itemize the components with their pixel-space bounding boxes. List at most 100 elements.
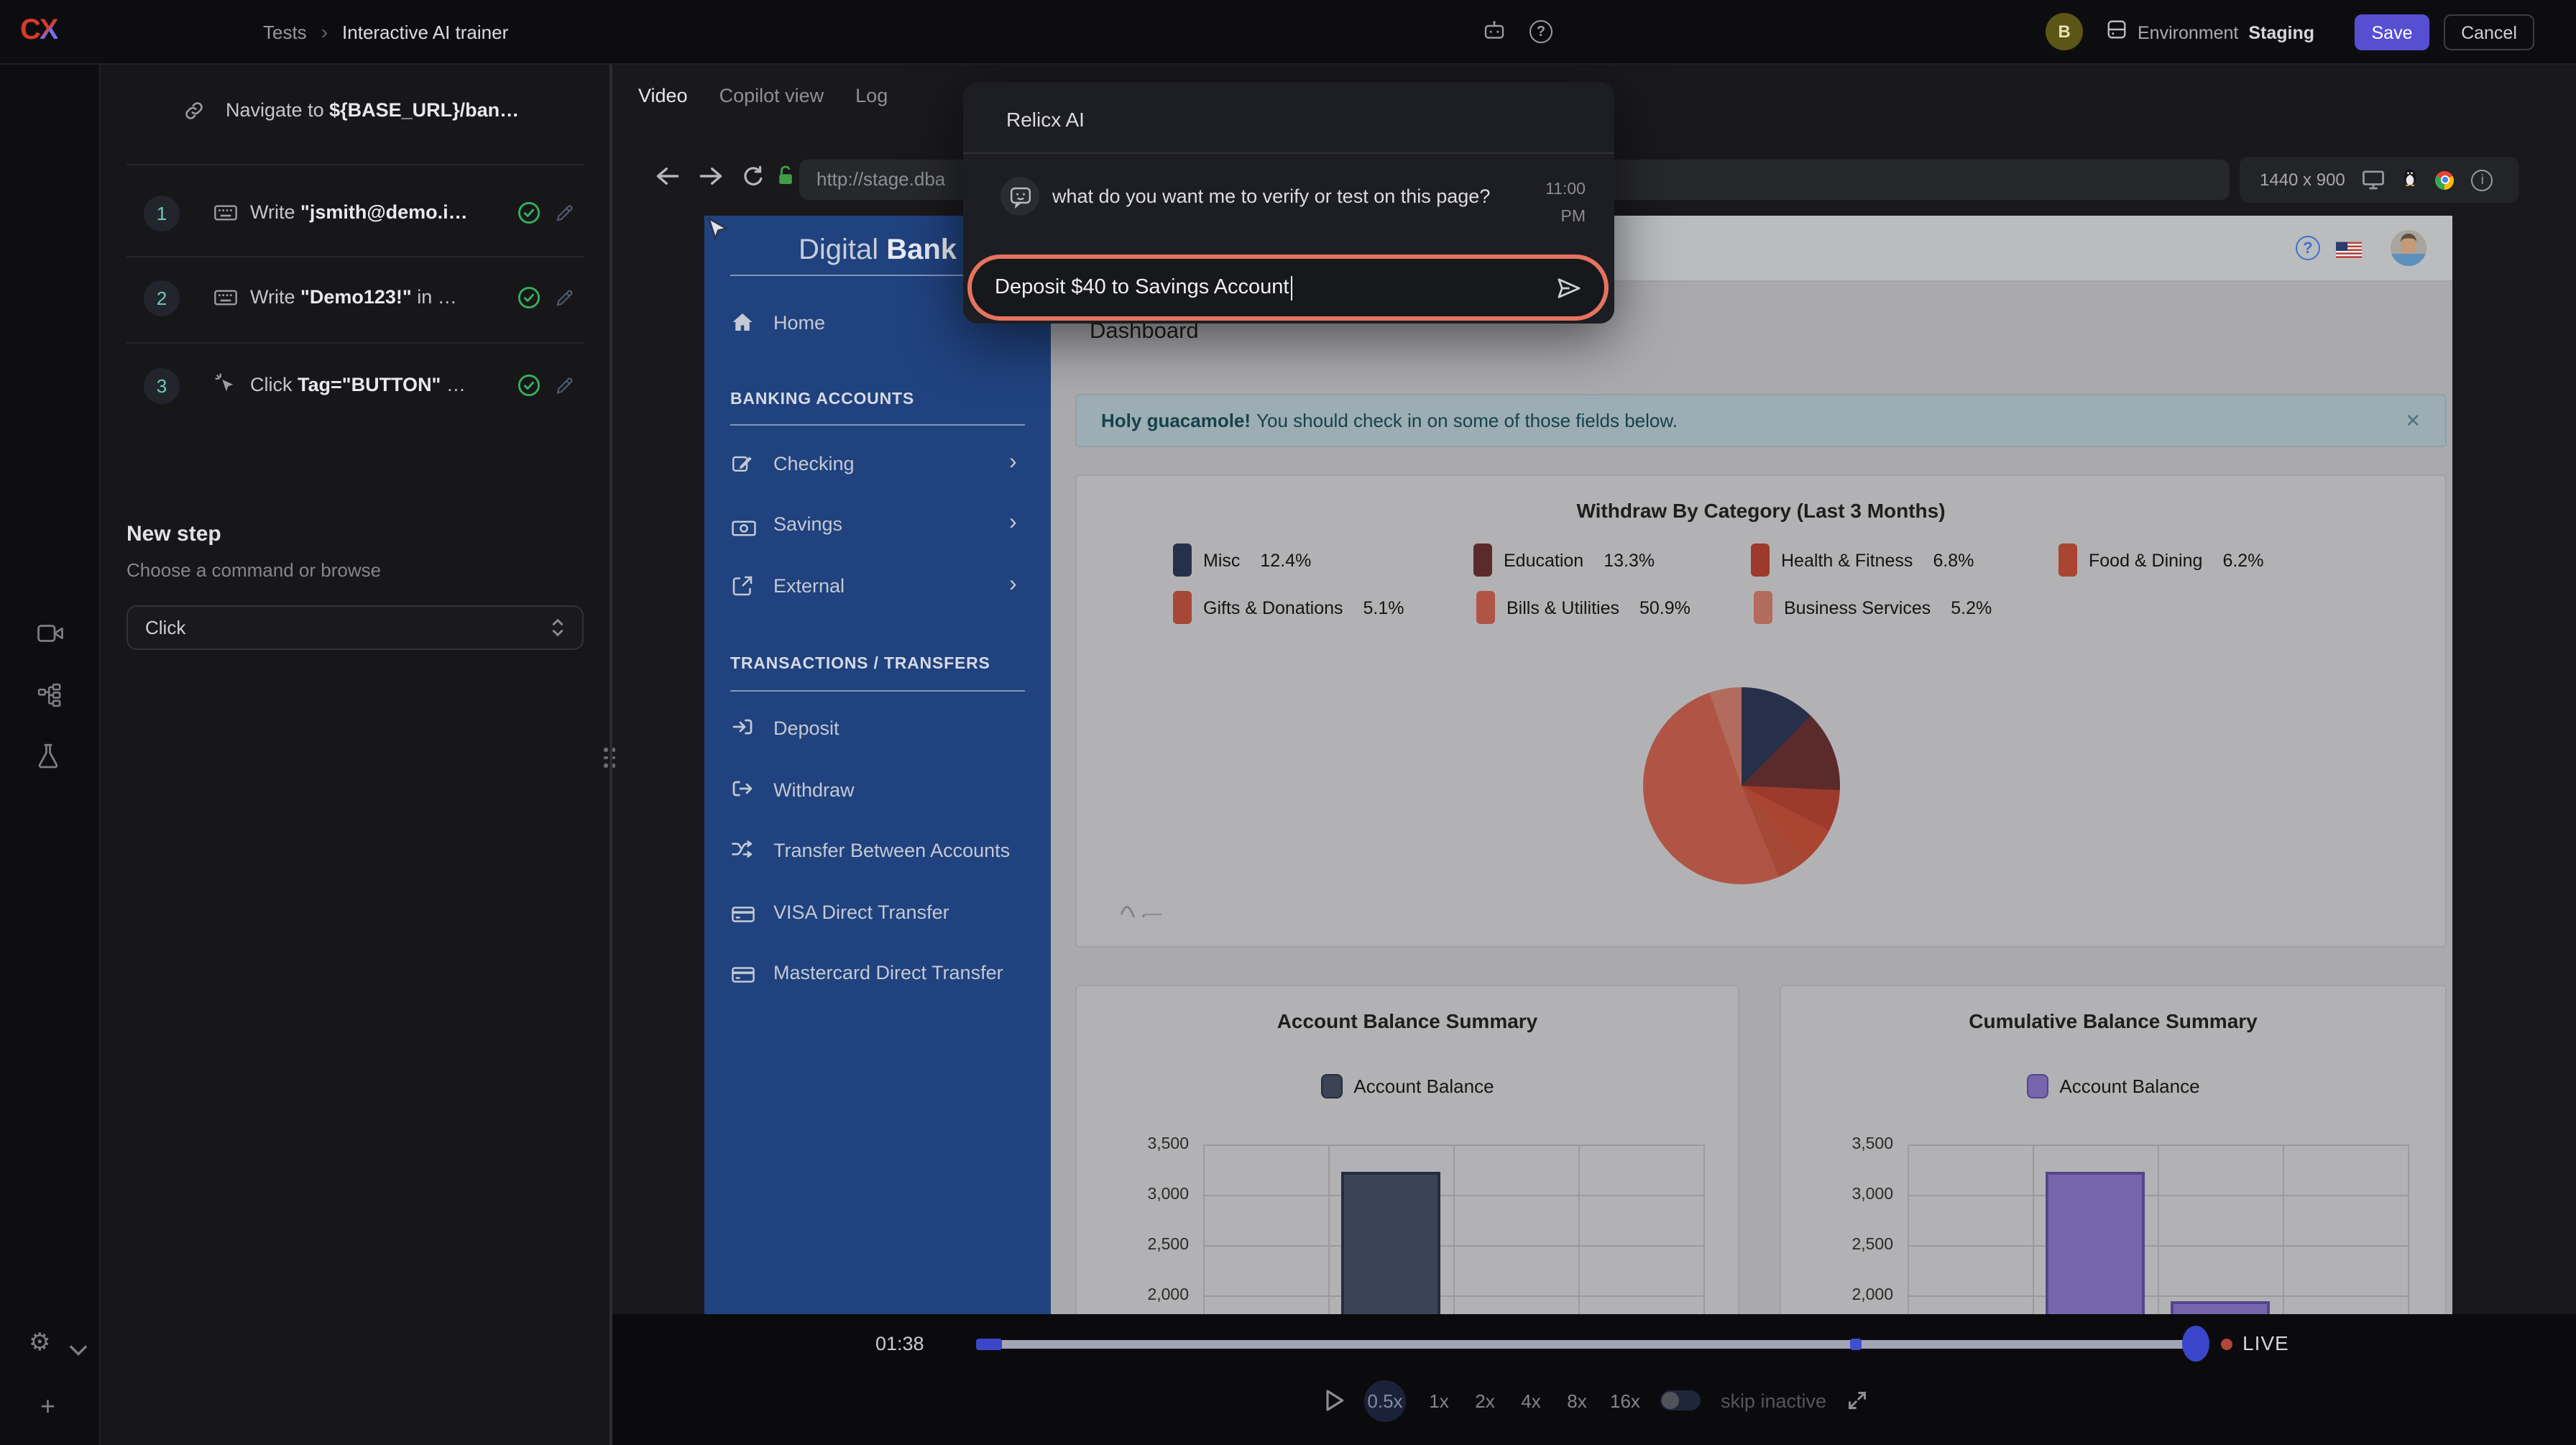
legend-percent: 5.2% <box>1951 597 1992 618</box>
help-icon[interactable]: ? <box>1530 20 1552 43</box>
playhead[interactable] <box>2182 1326 2209 1362</box>
bank-nav-label: Deposit <box>773 717 840 739</box>
send-icon[interactable] <box>1557 277 1581 298</box>
ai-robot-icon[interactable] <box>1484 20 1505 47</box>
bank-nav-mastercard-transfer[interactable]: Mastercard Direct Transfer <box>704 952 1051 995</box>
step-number: 2 <box>144 280 180 316</box>
bank-section-accounts: BANKING ACCOUNTS <box>730 391 914 408</box>
legend-label: Account Balance <box>2059 1075 2199 1097</box>
y-axis-tick: 2,000 <box>1100 1284 1189 1307</box>
speed-options: 0.5x 1x 2x 4x 8x 16x <box>1364 1380 1640 1421</box>
speed-16x[interactable]: 16x <box>1610 1390 1640 1411</box>
tab-video[interactable]: Video <box>638 85 688 106</box>
mouse-cursor-icon <box>707 217 727 250</box>
forward-icon[interactable] <box>699 165 723 194</box>
gridline <box>1203 1144 1205 1314</box>
cancel-button[interactable]: Cancel <box>2444 14 2534 50</box>
bank-nav-external[interactable]: External › <box>704 565 1051 608</box>
bank-user-avatar[interactable] <box>2391 230 2426 266</box>
resolution-label: 1440 x 900 <box>2260 170 2345 190</box>
video-player-bar: 01:38 LIVE 0.5x1x2x4x8x16x skip inactive <box>612 1314 2576 1445</box>
gridline <box>1908 1144 1909 1314</box>
tab-copilot-view[interactable]: Copilot view <box>719 85 824 106</box>
gear-icon[interactable]: ⚙ <box>29 1330 51 1354</box>
edit-pencil-icon[interactable] <box>555 204 574 230</box>
reload-icon[interactable] <box>742 165 765 196</box>
step-number: 3 <box>144 368 180 404</box>
save-button[interactable]: Save <box>2355 14 2429 50</box>
breadcrumb-tests[interactable]: Tests <box>263 21 307 42</box>
speed-0.5x[interactable]: 0.5x <box>1364 1380 1406 1421</box>
bank-help-icon[interactable]: ? <box>2296 236 2320 260</box>
gridline <box>2283 1144 2284 1314</box>
credit-card-icon <box>732 965 755 991</box>
step-row-1[interactable]: 1 Write "jsmith@demo.i… <box>101 193 610 236</box>
legend-swatch <box>2026 1074 2048 1098</box>
bank-nav-deposit[interactable]: Deposit <box>704 707 1051 751</box>
y-axis-tick: 3,500 <box>1100 1133 1189 1156</box>
seek-bar[interactable] <box>976 1340 2208 1348</box>
video-viewport[interactable]: Digital Bank Home BANKING ACCOUNTS <box>612 216 2576 1314</box>
relicx-input[interactable]: Deposit $40 to Savings Account <box>967 254 1609 321</box>
speed-4x[interactable]: 4x <box>1518 1390 1544 1411</box>
edit-pencil-icon[interactable] <box>555 289 574 315</box>
legend-swatch <box>1476 591 1495 624</box>
info-icon[interactable]: i <box>2472 169 2493 191</box>
chevron-down-icon[interactable] <box>69 1337 88 1363</box>
play-icon[interactable] <box>1325 1389 1344 1412</box>
breadcrumb-current: Interactive AI trainer <box>342 21 508 42</box>
drag-grip-handle[interactable] <box>604 748 617 774</box>
bank-main-content: ? Dashboard Holy guacamole! You should c… <box>1051 216 2452 1314</box>
bank-nav-transfer[interactable]: Transfer Between Accounts <box>704 830 1051 873</box>
tab-log[interactable]: Log <box>855 85 888 106</box>
fullscreen-icon[interactable] <box>1846 1390 1867 1410</box>
seek-bar-marker[interactable] <box>1850 1339 1862 1350</box>
y-axis-tick: 2,500 <box>1100 1234 1189 1257</box>
bank-nav-savings[interactable]: Savings › <box>704 503 1051 546</box>
environment-value: Staging <box>2248 23 2314 43</box>
legend-item: Misc12.4% <box>1173 543 1311 577</box>
step-row-3[interactable]: 3 Click Tag="BUTTON" … <box>101 365 610 408</box>
flask-icon[interactable] <box>37 743 59 776</box>
legend-percent: 50.9% <box>1639 597 1690 618</box>
command-select[interactable]: Click <box>126 605 584 650</box>
speed-2x[interactable]: 2x <box>1472 1390 1498 1411</box>
user-avatar[interactable]: B <box>2046 13 2083 50</box>
chevron-right-icon: › <box>1009 572 1017 598</box>
bank-nav-withdraw[interactable]: Withdraw <box>704 769 1051 812</box>
bank-sidebar: Digital Bank Home BANKING ACCOUNTS <box>704 216 1051 1314</box>
alert-banner: Holy guacamole! You should check in on s… <box>1075 394 2447 447</box>
bank-nav-label: External <box>773 575 845 597</box>
edit-pencil-icon[interactable] <box>555 377 574 403</box>
monitor-icon[interactable] <box>2363 170 2386 190</box>
legend-swatch <box>1754 591 1772 624</box>
legend-item: Bills & Utilities50.9% <box>1476 591 1690 624</box>
us-flag-icon[interactable] <box>2336 240 2362 266</box>
legend-swatch <box>2058 543 2077 577</box>
legend-label: Gifts & Donations <box>1203 597 1343 618</box>
legend-percent: 5.1% <box>1363 597 1404 618</box>
pie-chart-title: Withdraw By Category (Last 3 Months) <box>1077 499 2445 522</box>
environment-selector[interactable]: Environment Staging <box>2106 19 2314 47</box>
bank-nav-checking[interactable]: Checking › <box>704 443 1051 486</box>
bank-nav-label: Home <box>773 312 825 334</box>
video-camera-icon[interactable] <box>37 623 63 651</box>
speed-8x[interactable]: 8x <box>1564 1390 1590 1411</box>
credit-card-icon <box>732 904 755 930</box>
step-row-2[interactable]: 2 Write "Demo123!" in … <box>101 277 610 321</box>
add-icon[interactable]: + <box>40 1392 55 1422</box>
y-axis-tick: 3,000 <box>1100 1183 1189 1206</box>
speed-1x[interactable]: 1x <box>1426 1390 1452 1411</box>
step-navigate[interactable]: Navigate to ${BASE_URL}/ban… <box>101 91 610 134</box>
cx-logo[interactable]: CX <box>20 14 83 47</box>
divider <box>963 152 1614 154</box>
divider <box>126 342 584 344</box>
bank-nav-visa-transfer[interactable]: VISA Direct Transfer <box>704 891 1051 935</box>
back-icon[interactable] <box>656 165 680 194</box>
alert-close-icon[interactable]: ✕ <box>2405 409 2421 432</box>
relicx-ai-dialog: Relicx AI what do you want me to verify … <box>963 82 1614 324</box>
chat-bot-icon <box>1000 177 1039 216</box>
top-bar: CX Tests › Interactive AI trainer ? B En… <box>0 0 2576 65</box>
skip-inactive-toggle[interactable] <box>1660 1390 1701 1411</box>
flow-tree-icon[interactable] <box>37 683 62 715</box>
